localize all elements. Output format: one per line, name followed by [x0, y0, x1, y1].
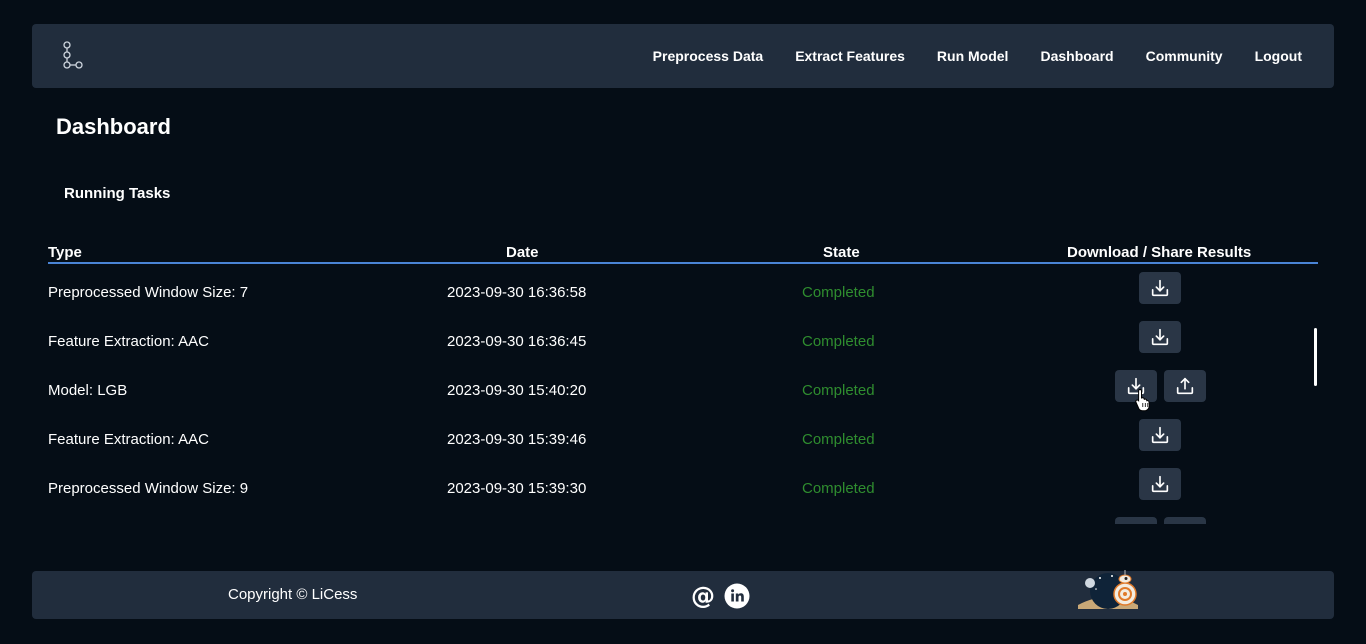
share-button[interactable]: [1164, 517, 1206, 524]
page-title: Dashboard: [56, 114, 171, 139]
nav-link-logout[interactable]: Logout: [1255, 48, 1302, 64]
table-row: Preprocessed Window Size: 7 2023-09-30 1…: [48, 269, 1318, 318]
download-button[interactable]: [1139, 468, 1181, 500]
navbar: Preprocess Data Extract Features Run Mod…: [32, 24, 1334, 88]
cell-date: 2023-09-30 16:36:58: [447, 284, 587, 301]
social-links: @: [690, 583, 750, 609]
cell-type: Feature Extraction: AAC: [48, 333, 209, 350]
download-icon: [1151, 426, 1169, 444]
header-state: State: [823, 244, 860, 261]
download-button[interactable]: [1139, 321, 1181, 353]
cell-type: Preprocessed Window Size: 9: [48, 480, 249, 497]
share-icon: [1176, 377, 1194, 395]
cell-date: 2023-09-30 16:36:45: [447, 333, 587, 350]
header-download-share: Download / Share Results: [1067, 244, 1252, 261]
download-icon: [1151, 475, 1169, 493]
row-actions: [1139, 419, 1181, 451]
table-scrollbar[interactable]: [1314, 328, 1317, 386]
table-row: Preprocessed Window Size: 9 2023-09-30 1…: [48, 465, 1318, 514]
row-actions: [1139, 321, 1181, 353]
share-icon: [1174, 522, 1196, 524]
cell-state: Completed: [802, 382, 875, 399]
nav-link-dashboard[interactable]: Dashboard: [1040, 48, 1113, 64]
email-at-icon[interactable]: @: [690, 583, 716, 609]
cell-type: Preprocessed Window Size: 7: [48, 284, 249, 301]
table-row: Feature Extraction: AAC 2023-09-30 16:36…: [48, 318, 1318, 367]
nav-link-preprocess-data[interactable]: Preprocess Data: [653, 48, 764, 64]
download-icon: [1125, 522, 1147, 524]
section-title-running-tasks: Running Tasks: [64, 185, 171, 202]
nav-link-community[interactable]: Community: [1146, 48, 1223, 64]
download-button[interactable]: [1139, 272, 1181, 304]
cell-date: 2023-09-30 15:39:46: [447, 431, 587, 448]
download-button[interactable]: [1115, 517, 1157, 524]
cell-state: Completed: [802, 480, 875, 497]
cell-state: Completed: [802, 431, 875, 448]
download-icon: [1151, 328, 1169, 346]
table-row: [48, 514, 1318, 524]
cell-type: Model: LGB: [48, 382, 128, 399]
table-row: Feature Extraction: AAC 2023-09-30 15:39…: [48, 416, 1318, 465]
download-icon: [1151, 279, 1169, 297]
row-actions: [1115, 370, 1206, 402]
nav-link-extract-features[interactable]: Extract Features: [795, 48, 905, 64]
row-actions: [1139, 468, 1181, 500]
footer: Copyright © LiCess @: [32, 570, 1334, 619]
download-button[interactable]: [1139, 419, 1181, 451]
cell-state: Completed: [802, 284, 875, 301]
cell-date: 2023-09-30 15:40:20: [447, 382, 587, 399]
row-actions: [1115, 517, 1206, 524]
header-type: Type: [48, 244, 82, 261]
tasks-table[interactable]: Type Date State Download / Share Results…: [48, 240, 1318, 524]
table-row: Model: LGB 2023-09-30 15:40:20 Completed: [48, 367, 1318, 416]
robot-mascot-icon: [1078, 570, 1138, 609]
share-button[interactable]: [1164, 370, 1206, 402]
pointer-hand-cursor-icon: [1135, 388, 1150, 412]
table-header: Type Date State Download / Share Results: [48, 240, 1318, 264]
svg-text:@: @: [691, 583, 715, 609]
linkedin-icon[interactable]: [724, 583, 750, 609]
nav-link-run-model[interactable]: Run Model: [937, 48, 1009, 64]
cell-date: 2023-09-30 15:39:30: [447, 480, 587, 497]
copyright-text: Copyright © LiCess: [228, 586, 358, 603]
graph-nodes-icon[interactable]: [62, 41, 86, 71]
cell-state: Completed: [802, 333, 875, 350]
cell-type: Feature Extraction: AAC: [48, 431, 209, 448]
table-body: Preprocessed Window Size: 7 2023-09-30 1…: [48, 269, 1318, 524]
row-actions: [1139, 272, 1181, 304]
nav-links: Preprocess Data Extract Features Run Mod…: [653, 48, 1302, 64]
header-date: Date: [506, 244, 539, 261]
